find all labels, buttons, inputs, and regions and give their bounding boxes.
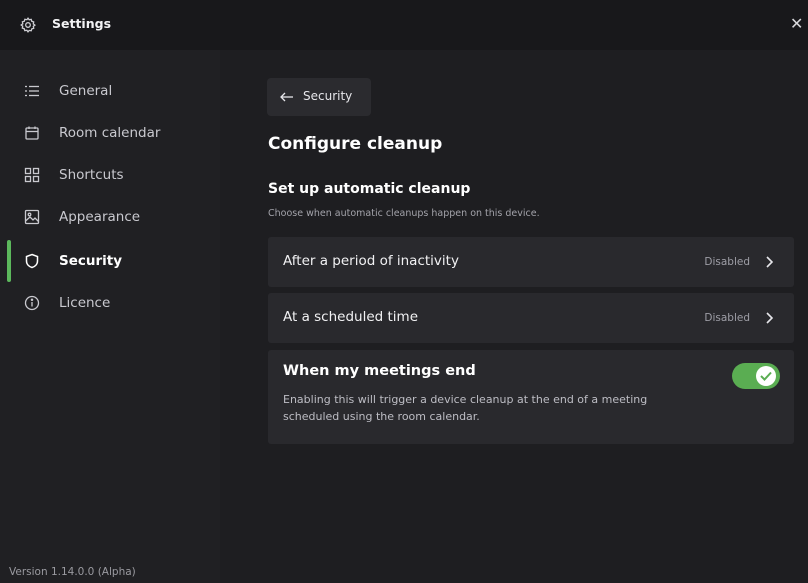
sidebar-item-label: Shortcuts <box>59 167 124 183</box>
sidebar-item-security[interactable]: Security <box>0 240 220 282</box>
sidebar-item-label: Appearance <box>59 209 141 225</box>
status-label: Disabled <box>704 256 750 268</box>
toggle-knob <box>756 366 776 386</box>
section-title: Set up automatic cleanup <box>268 181 471 197</box>
meeting-end-card: When my meetings end Enabling this will … <box>268 350 794 444</box>
sidebar-item-label: Security <box>59 253 123 269</box>
shield-icon <box>25 253 39 269</box>
calendar-icon <box>25 126 39 140</box>
section-description: Choose when automatic cleanups happen on… <box>268 208 540 219</box>
sidebar-item-licence[interactable]: Licence <box>0 282 220 324</box>
scheduled-time-option-row[interactable]: At a scheduled time Disabled <box>268 293 794 343</box>
main-content: Security Configure cleanup Set up automa… <box>220 50 808 583</box>
meeting-end-toggle[interactable] <box>732 363 780 389</box>
image-icon <box>24 209 40 225</box>
sidebar-item-general[interactable]: General <box>0 70 220 112</box>
page-title: Configure cleanup <box>268 134 443 154</box>
gear-icon <box>20 17 36 33</box>
sidebar-item-shortcuts[interactable]: Shortcuts <box>0 154 220 196</box>
sidebar-item-appearance[interactable]: Appearance <box>0 196 220 238</box>
option-label: After a period of inactivity <box>283 253 459 269</box>
sidebar-item-label: Licence <box>59 295 111 311</box>
window-title: Settings <box>52 16 112 31</box>
status-label: Disabled <box>704 312 750 324</box>
option-label: At a scheduled time <box>283 309 419 325</box>
chevron-right-icon <box>766 256 774 268</box>
arrow-left-icon <box>280 92 293 102</box>
sidebar-item-label: Room calendar <box>59 125 161 141</box>
back-button-label: Security <box>303 89 353 103</box>
info-icon <box>24 295 40 311</box>
sidebar: General Room calendar Shortcuts Appearan… <box>0 50 220 583</box>
chevron-right-icon <box>766 312 774 324</box>
grid-icon <box>24 167 40 183</box>
check-icon <box>760 371 772 381</box>
back-button[interactable]: Security <box>267 78 371 116</box>
version-label: Version 1.14.0.0 (Alpha) <box>9 566 136 578</box>
close-icon[interactable]: ✕ <box>790 15 808 33</box>
title-bar: Settings ✕ <box>0 0 808 50</box>
list-icon <box>25 85 39 97</box>
sidebar-item-room-calendar[interactable]: Room calendar <box>0 112 220 154</box>
inactivity-option-row[interactable]: After a period of inactivity Disabled <box>268 237 794 287</box>
sidebar-item-label: General <box>59 83 113 99</box>
meeting-end-description: Enabling this will trigger a device clea… <box>283 393 648 423</box>
meeting-end-label: When my meetings end <box>283 363 476 379</box>
